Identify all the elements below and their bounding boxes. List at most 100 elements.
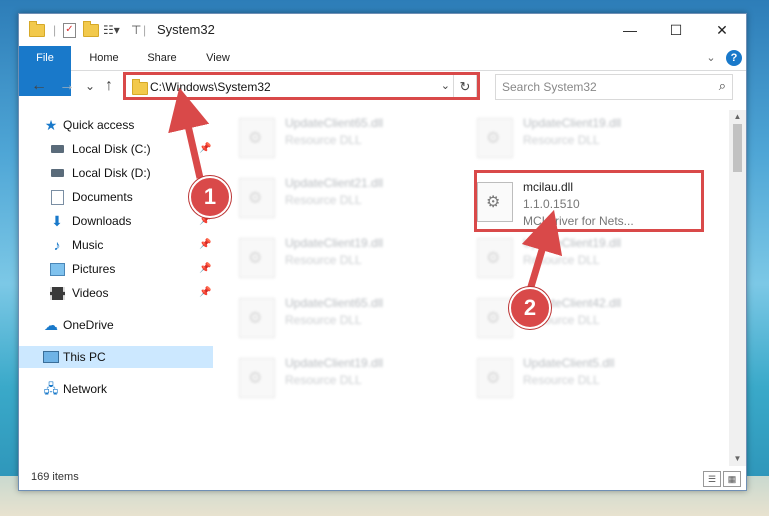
tab-home[interactable]: Home: [81, 46, 127, 70]
sidebar-item-label: This PC: [63, 350, 106, 364]
scroll-up-icon[interactable]: ▲: [729, 110, 746, 124]
file-item[interactable]: UpdateClient5.dll Resource DLL: [457, 352, 677, 402]
tab-view[interactable]: View: [195, 46, 241, 70]
sidebar-item-music[interactable]: ♪ Music 📌: [19, 234, 213, 256]
sidebar-item-label: Documents: [72, 190, 133, 204]
tab-share[interactable]: Share: [139, 46, 185, 70]
file-name: UpdateClient19.dll: [285, 236, 384, 250]
properties-icon[interactable]: ✓: [63, 21, 76, 39]
sidebar-item-label: Network: [63, 382, 108, 396]
videos-icon: [49, 285, 65, 301]
sidebar-item-label: Quick access: [63, 118, 135, 132]
sidebar-item-videos[interactable]: Videos 📌: [19, 282, 213, 304]
scroll-thumb[interactable]: [733, 124, 742, 172]
file-name: UpdateClient65.dll: [285, 296, 384, 310]
refresh-button[interactable]: ↻: [453, 75, 476, 99]
dll-file-icon: [239, 358, 275, 398]
separator: |: [143, 23, 147, 37]
drive-icon: [49, 141, 65, 157]
sidebar-item-network[interactable]: 🖧 Network: [19, 378, 213, 400]
tiles-view-icon[interactable]: ▦: [723, 471, 741, 487]
address-bar[interactable]: C:\Windows\System32 ⌄ ↻: [125, 74, 477, 100]
dll-file-icon: [239, 178, 275, 218]
folder-icon: [132, 79, 148, 95]
close-button[interactable]: ✕: [699, 14, 745, 46]
file-item[interactable]: UpdateClient42.dll Resource DLL: [457, 292, 677, 342]
music-icon: ♪: [53, 237, 61, 253]
dll-file-icon: [239, 298, 275, 338]
sidebar-item-local-disk-d[interactable]: Local Disk (D:): [19, 162, 213, 184]
dll-file-icon: [477, 118, 513, 158]
sidebar-item-label: Videos: [72, 286, 109, 300]
pictures-icon: [49, 261, 65, 277]
dll-file-icon: [477, 298, 513, 338]
address-path: C:\Windows\System32: [150, 80, 271, 94]
file-explorer-window: | ✓ ☷▾ ⊤ | System32 — ☐ ✕ File Home Shar…: [18, 13, 747, 491]
file-description: Resource DLL: [285, 253, 362, 267]
step-1-badge: 1: [189, 176, 231, 218]
search-placeholder: Search System32: [502, 80, 597, 94]
vertical-scrollbar[interactable]: ▲ ▼: [729, 110, 746, 466]
details-view-icon[interactable]: ☰: [703, 471, 721, 487]
navigation-bar: ← → ⌄ ↑ C:\Windows\System32 ⌄ ↻ Search S…: [19, 71, 746, 103]
forward-button[interactable]: →: [59, 77, 75, 95]
file-item[interactable]: UpdateClient19.dll Resource DLL: [457, 112, 677, 162]
navigation-pane: ★ Quick access Local Disk (C:) 📌 Local D…: [19, 110, 213, 466]
folder-icon: [29, 20, 45, 39]
scroll-down-icon[interactable]: ▼: [729, 452, 746, 466]
file-description: Resource DLL: [523, 253, 600, 267]
dll-file-icon: [477, 238, 513, 278]
sidebar-item-local-disk-c[interactable]: Local Disk (C:) 📌: [19, 138, 213, 160]
sidebar-item-label: Local Disk (C:): [72, 142, 151, 156]
file-item[interactable]: UpdateClient21.dll Resource DLL: [219, 172, 439, 222]
pin-icon[interactable]: 📌: [199, 234, 211, 256]
file-item[interactable]: UpdateClient65.dll Resource DLL: [219, 112, 439, 162]
search-icon: ⌕: [718, 78, 726, 93]
sidebar-item-this-pc[interactable]: This PC: [19, 346, 213, 368]
download-icon: ⬇: [51, 213, 63, 229]
sidebar-item-label: OneDrive: [63, 318, 114, 332]
dll-file-icon: [239, 238, 275, 278]
back-button[interactable]: ←: [31, 77, 47, 95]
sidebar-item-pictures[interactable]: Pictures 📌: [19, 258, 213, 280]
maximize-button[interactable]: ☐: [653, 14, 699, 46]
pin-icon[interactable]: 📌: [199, 138, 211, 160]
help-icon[interactable]: ?: [726, 50, 742, 66]
sidebar-item-label: Pictures: [72, 262, 116, 276]
file-description: Resource DLL: [523, 373, 600, 387]
window-title: System32: [157, 22, 215, 37]
quick-access-dropdown-icon[interactable]: ⊤: [131, 21, 141, 39]
sidebar-item-downloads[interactable]: ⬇ Downloads 📌: [19, 210, 213, 232]
file-list: UpdateClient65.dll Resource DLL UpdateCl…: [219, 110, 729, 466]
file-description: Resource DLL: [523, 133, 600, 147]
title-bar: | ✓ ☷▾ ⊤ | System32 — ☐ ✕: [19, 14, 746, 46]
sidebar-item-documents[interactable]: Documents: [19, 186, 213, 208]
customize-toolbar-icon[interactable]: ☷▾: [103, 21, 120, 39]
pin-icon[interactable]: 📌: [199, 282, 211, 304]
separator: |: [53, 23, 57, 37]
file-item[interactable]: UpdateClient19.dll Resource DLL: [219, 352, 439, 402]
file-description: Resource DLL: [285, 193, 362, 207]
file-name: UpdateClient21.dll: [285, 176, 384, 190]
file-item[interactable]: UpdateClient65.dll Resource DLL: [219, 292, 439, 342]
file-name: UpdateClient65.dll: [285, 116, 384, 130]
drive-icon: [49, 165, 65, 181]
new-folder-icon[interactable]: [83, 20, 99, 39]
document-icon: [49, 189, 65, 205]
address-dropdown-icon[interactable]: ⌄: [441, 79, 450, 92]
sidebar-item-label: Local Disk (D:): [72, 166, 151, 180]
ribbon-tabs: File Home Share View ⌄ ?: [19, 46, 746, 96]
up-button[interactable]: ↑: [105, 77, 113, 95]
sidebar-item-onedrive[interactable]: ☁ OneDrive: [19, 314, 213, 336]
search-box[interactable]: Search System32 ⌕: [495, 74, 733, 100]
file-name: UpdateClient5.dll: [523, 356, 615, 370]
recent-locations-button[interactable]: ⌄: [85, 79, 95, 93]
sidebar-item-quick-access[interactable]: ★ Quick access: [19, 114, 213, 136]
file-item[interactable]: UpdateClient19.dll Resource DLL: [219, 232, 439, 282]
minimize-button[interactable]: —: [607, 14, 653, 46]
file-item[interactable]: UpdateClient19.dll Resource DLL: [457, 232, 677, 282]
file-name: UpdateClient19.dll: [523, 236, 622, 250]
expand-ribbon-icon[interactable]: ⌄: [701, 46, 721, 70]
pin-icon[interactable]: 📌: [199, 258, 211, 280]
network-icon: 🖧: [43, 381, 59, 396]
